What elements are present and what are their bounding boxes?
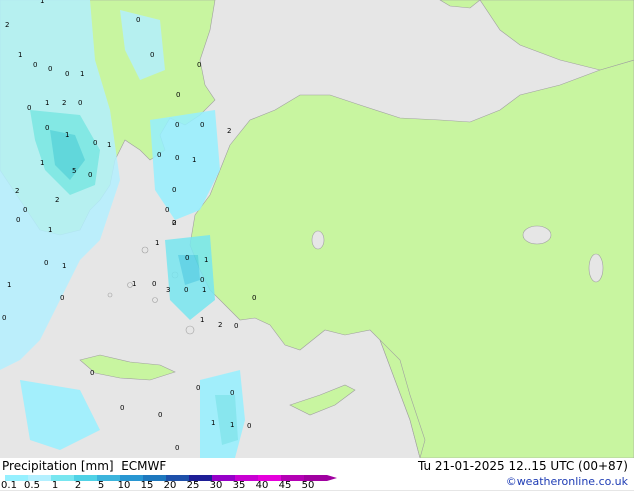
point-value: 1 (65, 131, 69, 139)
point-value: 0 (247, 422, 251, 430)
color-scale-tick: 0.1 (1, 480, 17, 491)
point-value: 0 (27, 104, 31, 112)
color-scale-tick: 35 (232, 480, 246, 491)
point-value: 2 (227, 127, 231, 135)
color-scale-tick: 25 (186, 480, 200, 491)
point-value: 0 (150, 51, 154, 59)
point-value: 0 (33, 61, 37, 69)
point-value: 0 (185, 254, 189, 262)
color-scale-tick: 40 (255, 480, 269, 491)
point-value: 1 (211, 419, 215, 427)
point-value: 0 (65, 70, 69, 78)
legend-title: Precipitation [mm] (2, 459, 114, 473)
point-value: 0 (176, 91, 180, 99)
color-scale-tick: 15 (140, 480, 154, 491)
point-value: 0 (157, 151, 161, 159)
point-value: 1 (192, 156, 196, 164)
point-value: 0 (234, 322, 238, 330)
color-scale-tick: 5 (97, 480, 105, 491)
point-value: 0 (175, 154, 179, 162)
point-value: 0 (152, 280, 156, 288)
point-value: 0 (184, 286, 188, 294)
point-value: 1 (45, 99, 49, 107)
point-value: 0 (175, 444, 179, 452)
point-value: 0 (44, 259, 48, 267)
point-value: 1 (132, 280, 136, 288)
point-value: 2 (218, 321, 222, 329)
point-value: 1 (155, 239, 159, 247)
point-value: 0 (196, 384, 200, 392)
point-value: 0 (45, 124, 49, 132)
lake-van (522, 225, 552, 245)
point-value: 1 (62, 262, 66, 270)
point-value: 0 (200, 121, 204, 129)
point-value: 0 (230, 389, 234, 397)
lake-tuz (311, 230, 325, 250)
point-value: 1 (80, 70, 84, 78)
point-value: 0 (2, 314, 6, 322)
point-value: 0 (90, 369, 94, 377)
color-scale-tick: 20 (163, 480, 177, 491)
point-value: 0 (23, 206, 27, 214)
point-value: 1 (40, 159, 44, 167)
point-value: 1 (18, 51, 22, 59)
point-value: 1 (48, 226, 52, 234)
point-value: 0 (48, 65, 52, 73)
point-value: 3 (166, 286, 170, 294)
point-value: 1 (204, 256, 208, 264)
point-value: 0 (172, 186, 176, 194)
point-value: 0 (200, 276, 204, 284)
point-value: 0 (158, 411, 162, 419)
point-value: 0 (60, 294, 64, 302)
point-value: 2 (5, 21, 9, 29)
point-value: 1 (200, 316, 204, 324)
color-scale-tick: 30 (209, 480, 223, 491)
point-value: 0 (88, 171, 92, 179)
color-scale-tick: 50 (301, 480, 315, 491)
precipitation-map: 1 2 0 0 1 0 0 0 1 0 0 2 0 1 0 0 1 0 1 0 0 2 0 0 1 1 5 0 2 0 2 0 0 1 2 0 1 0 1 0… (0, 0, 634, 458)
point-value: 0 (136, 16, 140, 24)
point-value: 2 (15, 187, 19, 195)
point-value: 0 (172, 219, 176, 227)
point-value: 0 (165, 206, 169, 214)
point-value: 1 (202, 286, 206, 294)
legend-bar: Precipitation [mm] ECMWF Tu 21-01-2025 1… (0, 458, 634, 491)
point-value: 1 (230, 421, 234, 429)
point-value: 0 (252, 294, 256, 302)
point-value: 0 (197, 61, 201, 69)
point-value: 0 (16, 216, 20, 224)
point-value: 2 (62, 99, 66, 107)
point-value: 2 (55, 196, 59, 204)
point-value: 1 (107, 141, 111, 149)
color-scale-tick: 0.5 (24, 480, 40, 491)
color-scale-tick: 2 (74, 480, 82, 491)
model-name: ECMWF (121, 459, 167, 473)
point-value: 0 (175, 121, 179, 129)
color-scale-tick: 10 (117, 480, 131, 491)
lake-urmia (588, 253, 604, 283)
point-value: 0 (93, 139, 97, 147)
point-value: 5 (72, 167, 76, 175)
credit-link[interactable]: ©weatheronline.co.uk (506, 475, 628, 488)
point-value: 1 (40, 0, 44, 5)
color-scale-arrow (327, 475, 337, 481)
color-scale-tick: 45 (278, 480, 292, 491)
point-value: 0 (78, 99, 82, 107)
point-value: 0 (120, 404, 124, 412)
forecast-datetime: Tu 21-01-2025 12..15 UTC (00+87) (417, 459, 628, 473)
point-value: 1 (7, 281, 11, 289)
legend-title-row: Precipitation [mm] ECMWF (2, 459, 166, 473)
color-scale-tick: 1 (51, 480, 59, 491)
